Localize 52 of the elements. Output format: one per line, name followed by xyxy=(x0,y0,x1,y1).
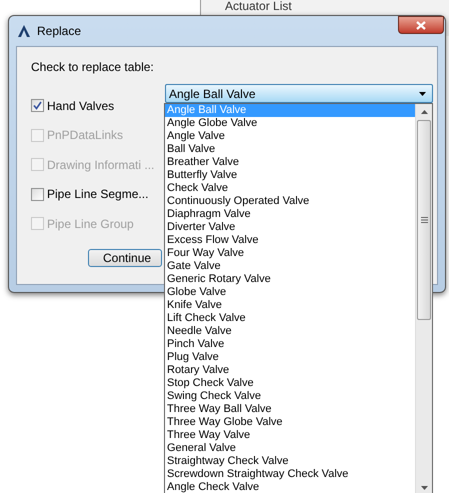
dropdown-option[interactable]: Check Valve xyxy=(165,182,415,195)
dropdown-option[interactable]: Stop Check Valve xyxy=(165,377,415,390)
checkbox-label: Pipe Line Group xyxy=(47,216,134,231)
continue-button[interactable]: Continue xyxy=(88,248,162,266)
dropdown-option[interactable]: Rotary Valve xyxy=(165,364,415,377)
scroll-thumb[interactable] xyxy=(417,120,431,320)
dropdown-option[interactable]: Three Way Ball Valve xyxy=(165,403,415,416)
checkbox-label: Drawing Informati ... xyxy=(47,158,154,172)
dropdown-option[interactable]: Needle Valve xyxy=(165,325,415,338)
dropdown-option[interactable]: Ball Valve xyxy=(165,143,415,156)
dropdown-option[interactable]: Excess Flow Valve xyxy=(165,234,415,247)
dropdown-option[interactable]: Knife Valve xyxy=(165,299,415,312)
combo-box[interactable]: Angle Ball Valve xyxy=(165,84,433,103)
dropdown-option[interactable]: General Valve xyxy=(165,442,415,455)
checkbox-label: Pipe Line Segme... xyxy=(47,187,148,202)
grip-icon xyxy=(420,217,428,223)
dropdown-option[interactable]: Four Way Valve xyxy=(165,247,415,260)
dropdown-option[interactable]: Continuously Operated Valve xyxy=(165,195,415,208)
checkbox-label: Hand Valves xyxy=(47,98,114,113)
checkbox-label: PnPDataLinks xyxy=(47,128,124,142)
dropdown-arrow-icon xyxy=(419,92,426,96)
dropdown-option[interactable]: Straightway Check Valve xyxy=(165,455,415,468)
dropdown-option[interactable]: Lift Check Valve xyxy=(165,312,415,325)
scrollbar[interactable] xyxy=(415,104,432,493)
dropdown-option[interactable]: Angle Valve xyxy=(165,130,415,143)
scroll-down-icon[interactable] xyxy=(420,486,428,490)
dropdown-option[interactable]: Diverter Valve xyxy=(165,221,415,234)
dropdown-option[interactable]: Three Way Globe Valve xyxy=(165,416,415,429)
dropdown-option[interactable]: Angle Check Valve xyxy=(165,481,415,493)
dropdown-option[interactable]: Breather Valve xyxy=(165,156,415,169)
dropdown-option[interactable]: Swing Check Valve xyxy=(165,390,415,403)
dropdown-option[interactable]: Plug Valve xyxy=(165,351,415,364)
close-button[interactable] xyxy=(398,16,444,34)
dropdown-option[interactable]: Diaphragm Valve xyxy=(165,208,415,221)
checkbox[interactable] xyxy=(31,99,44,112)
dropdown-option[interactable]: Screwdown Straightway Check Valve xyxy=(165,468,415,481)
scroll-up-icon[interactable] xyxy=(420,110,428,114)
dropdown-option[interactable]: Globe Valve xyxy=(165,286,415,299)
dropdown-option[interactable]: Three Way Valve xyxy=(165,429,415,442)
dropdown-option[interactable]: Gate Valve xyxy=(165,260,415,273)
close-icon xyxy=(416,20,426,30)
window-title: Replace xyxy=(37,23,82,40)
background-window-text: Actuator List xyxy=(225,0,293,13)
dropdown-option[interactable]: Angle Globe Valve xyxy=(165,117,415,130)
combo-value: Angle Ball Valve xyxy=(169,86,256,100)
checkmark-icon xyxy=(33,101,42,110)
dropdown-option[interactable]: Pinch Valve xyxy=(165,338,415,351)
checkbox[interactable] xyxy=(31,188,44,201)
dropdown-option[interactable]: Generic Rotary Valve xyxy=(165,273,415,286)
prompt-text: Check to replace table: xyxy=(31,60,155,74)
app-logo-icon xyxy=(17,24,31,38)
dropdown-option[interactable]: Butterfly Valve xyxy=(165,169,415,182)
